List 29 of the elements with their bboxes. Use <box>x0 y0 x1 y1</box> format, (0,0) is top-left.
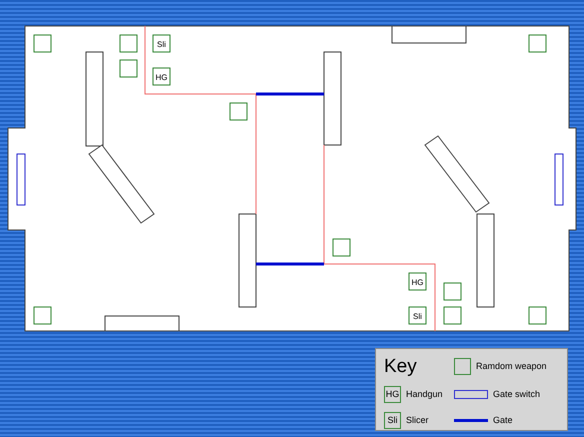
gate-switch-marker <box>16 154 26 206</box>
key-label: Slicer <box>406 415 429 425</box>
gate-line-icon <box>454 418 488 422</box>
key-label: Gate <box>493 415 513 425</box>
weapon-pickup <box>444 282 462 300</box>
weapon-pickup <box>230 102 248 120</box>
key-label: Ramdom weapon <box>476 361 547 371</box>
handgun-pickup: HG <box>152 68 170 86</box>
weapon-pickup <box>120 34 138 52</box>
slicer-pickup-symbol: Sli <box>384 412 401 428</box>
weapon-pickup <box>34 34 52 52</box>
handgun-pickup-symbol: HG <box>384 386 401 402</box>
slicer-pickup: Sli <box>152 34 170 52</box>
gate <box>256 262 324 266</box>
weapon-pickup <box>34 306 52 324</box>
weapon-pickup <box>332 238 350 256</box>
key-label: Gate switch <box>493 389 540 399</box>
weapon-pickup-icon <box>454 358 471 374</box>
slicer-pickup: Sli <box>408 306 426 324</box>
key-label: Handgun <box>406 389 443 399</box>
weapon-pickup <box>528 34 546 52</box>
gate-switch-marker <box>554 154 564 206</box>
weapon-pickup <box>444 306 462 324</box>
weapon-pickup <box>528 306 546 324</box>
key-title: Key <box>384 356 418 376</box>
gate <box>256 92 324 96</box>
weapon-pickup <box>120 60 138 78</box>
gate-switch-icon <box>454 390 488 398</box>
handgun-pickup: HG <box>408 272 426 290</box>
